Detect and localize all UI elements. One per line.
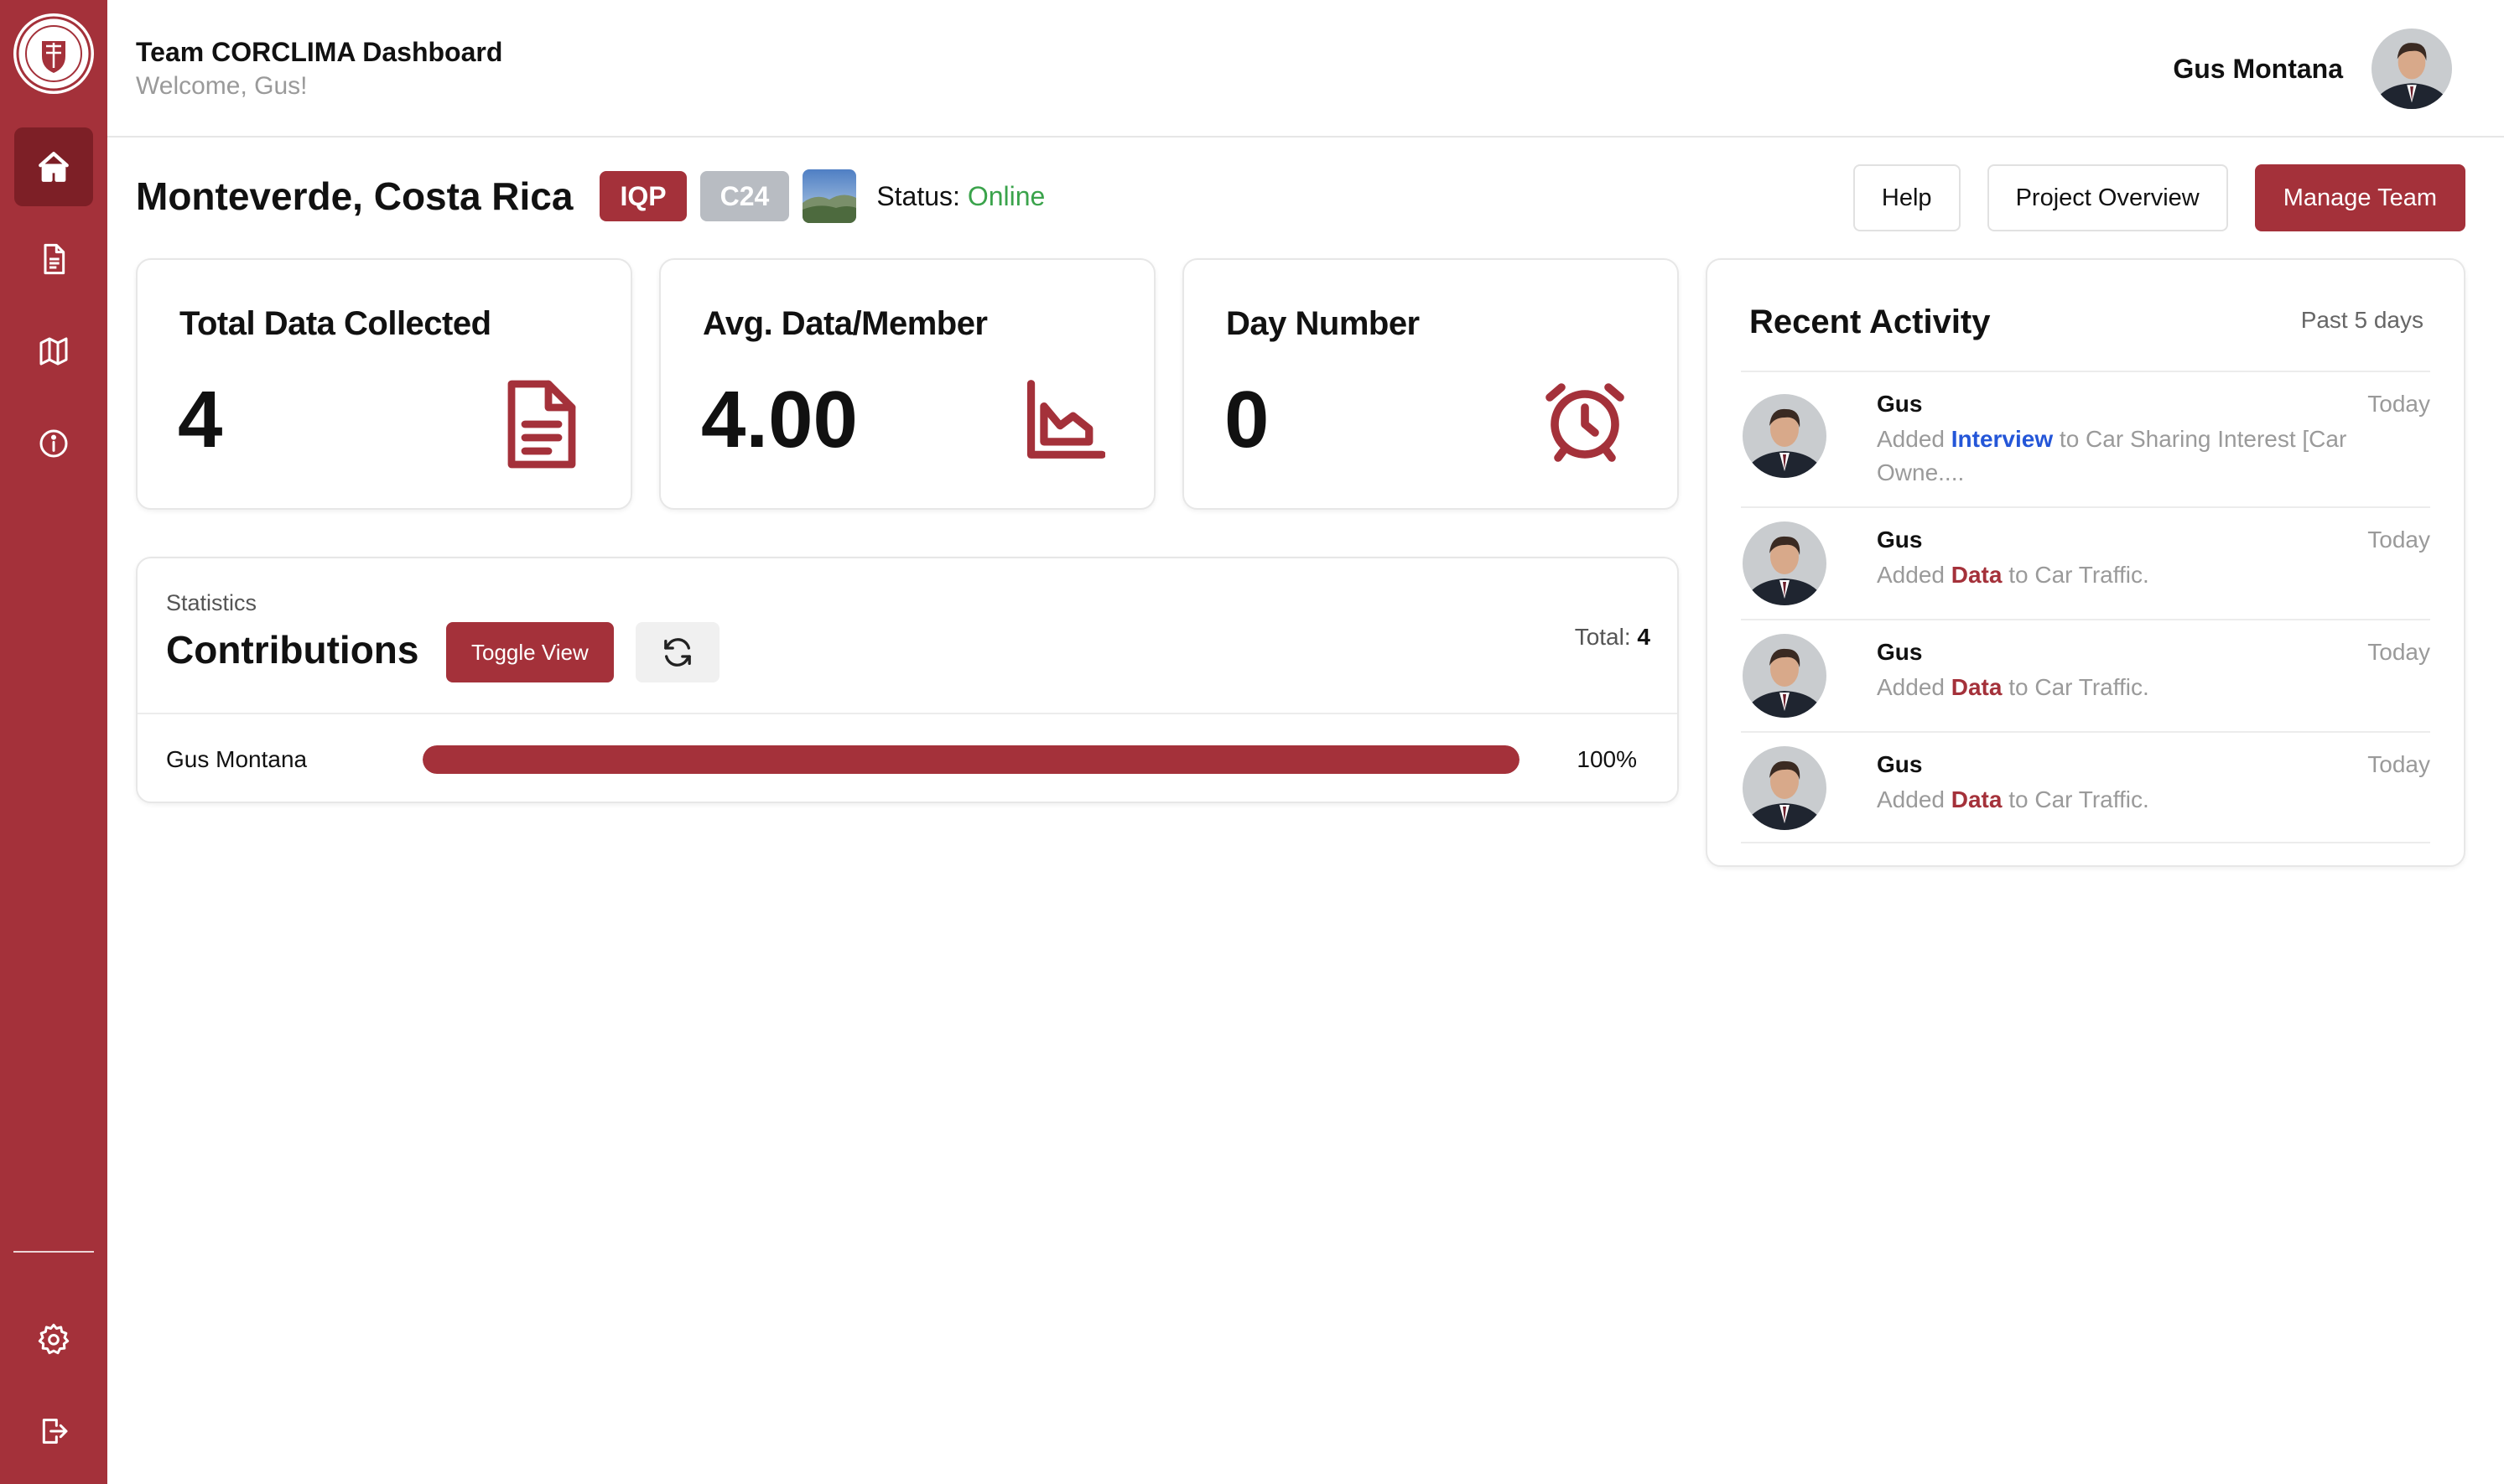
chart-icon (1026, 380, 1105, 459)
activity-range[interactable]: Past 5 days (2301, 307, 2423, 334)
contribution-percent: 100% (1577, 746, 1637, 772)
project-overview-button[interactable]: Project Overview (1987, 164, 2228, 231)
header-actions: Help Project Overview Manage Team (1852, 164, 2465, 231)
stat-card-avg-data: Avg. Data/Member 4.00 (659, 258, 1156, 510)
project-status: Status: Online (876, 181, 1045, 212)
refresh-button[interactable] (636, 622, 720, 682)
activity-prefix: Added (1877, 786, 1951, 812)
welcome-message: Welcome, Gus! (136, 72, 308, 100)
term-badge: C24 (699, 171, 790, 221)
map-icon (39, 337, 68, 366)
dashboard-title: Team CORCLIMA Dashboard (136, 37, 503, 67)
stat-label: Day Number (1226, 305, 1420, 342)
activity-prefix: Added (1877, 562, 1951, 588)
sidebar-item-logout[interactable] (14, 1392, 93, 1471)
activity-keyword[interactable]: Data (1951, 674, 2003, 700)
activity-suffix: to Car Traffic. (2002, 562, 2149, 588)
total-value: 4 (1637, 624, 1650, 650)
refresh-icon (664, 638, 691, 667)
activity-keyword[interactable]: Data (1951, 786, 2003, 812)
location-thumbnail (803, 169, 857, 223)
contribution-bar-track (423, 745, 1520, 774)
contributions-divider (138, 713, 1677, 714)
university-seal-logo[interactable] (13, 13, 94, 94)
document-icon (44, 243, 65, 275)
total-label: Total: (1574, 624, 1631, 650)
avatar (1743, 394, 1826, 478)
toggle-view-button[interactable]: Toggle View (446, 622, 614, 682)
sidebar (0, 0, 107, 1484)
activity-time: Today (2367, 527, 2430, 553)
user-avatar[interactable] (2372, 29, 2452, 109)
sidebar-item-map[interactable] (14, 312, 93, 391)
contributor-name: Gus Montana (166, 746, 308, 772)
activity-prefix: Added (1877, 674, 1951, 700)
alarm-clock-icon (1546, 383, 1624, 462)
activity-user: Gus (1877, 751, 1923, 777)
logout-icon (42, 1419, 68, 1444)
activity-user: Gus (1877, 391, 1923, 417)
activity-time: Today (2367, 391, 2430, 417)
help-button[interactable]: Help (1852, 164, 1961, 231)
activity-description: Added Interview to Car Sharing Interest … (1877, 423, 2413, 490)
app-root: Team CORCLIMA Dashboard Welcome, Gus! Gu… (0, 0, 2504, 1484)
stat-card-day-number: Day Number 0 (1182, 258, 1679, 510)
activity-time: Today (2367, 751, 2430, 777)
sidebar-item-info[interactable] (14, 404, 93, 483)
activity-list: Gus Today Added Interview to Car Sharing… (1741, 371, 2430, 843)
sidebar-item-home[interactable] (14, 127, 93, 206)
activity-keyword[interactable]: Data (1951, 562, 2003, 588)
home-icon (39, 152, 69, 182)
project-location: Monteverde, Costa Rica (136, 174, 574, 218)
contributions-panel: Statistics Contributions Toggle View Tot… (136, 557, 1679, 803)
activity-keyword[interactable]: Interview (1951, 426, 2053, 452)
activity-prefix: Added (1877, 426, 1951, 452)
avatar (1743, 521, 1826, 605)
sidebar-item-documents[interactable] (14, 220, 93, 298)
status-label: Status: (876, 180, 960, 211)
gear-icon (38, 1323, 70, 1355)
activity-description: Added Data to Car Traffic. (1877, 558, 2413, 592)
avatar (1743, 746, 1826, 830)
stat-card-total-data: Total Data Collected 4 (136, 258, 632, 510)
stat-value: 4.00 (701, 375, 858, 464)
contribution-bar-fill (423, 745, 1520, 774)
project-type-badge: IQP (600, 171, 687, 221)
stat-label: Total Data Collected (179, 305, 491, 342)
recent-activity-title: Recent Activity (1749, 304, 1991, 340)
stat-value: 4 (178, 375, 223, 464)
activity-time: Today (2367, 639, 2430, 665)
avatar (1743, 634, 1826, 718)
manage-team-button[interactable]: Manage Team (2254, 164, 2465, 231)
activity-item[interactable]: Gus Today Added Data to Car Traffic. (1741, 619, 2430, 731)
activity-suffix: to Car Traffic. (2002, 674, 2149, 700)
contributions-kicker: Statistics (166, 590, 257, 615)
status-value: Online (967, 180, 1046, 211)
document-icon (507, 380, 576, 469)
activity-description: Added Data to Car Traffic. (1877, 783, 2413, 817)
project-title-row: Monteverde, Costa Rica IQP C24 Status: O… (136, 166, 1045, 226)
sidebar-item-settings[interactable] (14, 1300, 93, 1378)
activity-user: Gus (1877, 639, 1923, 665)
activity-item[interactable]: Gus Today Added Data to Car Traffic. (1741, 731, 2430, 843)
activity-item[interactable]: Gus Today Added Data to Car Traffic. (1741, 506, 2430, 619)
activity-description: Added Data to Car Traffic. (1877, 671, 2413, 704)
activity-suffix: to Car Traffic. (2002, 786, 2149, 812)
activity-user: Gus (1877, 527, 1923, 553)
activity-item[interactable]: Gus Today Added Interview to Car Sharing… (1741, 371, 2430, 506)
stat-label: Avg. Data/Member (703, 305, 988, 342)
recent-activity-panel: Recent Activity Past 5 days Gus Today Ad… (1706, 258, 2465, 867)
info-icon (39, 429, 68, 458)
contributions-title: Contributions (166, 628, 419, 672)
stat-value: 0 (1224, 375, 1270, 464)
user-name[interactable]: Gus Montana (2173, 54, 2343, 85)
contribution-row: Gus Montana 100% (166, 743, 1637, 776)
contributions-total: Total: 4 (1575, 624, 1650, 651)
top-header: Team CORCLIMA Dashboard Welcome, Gus! Gu… (107, 0, 2504, 138)
sidebar-divider (13, 1251, 94, 1253)
